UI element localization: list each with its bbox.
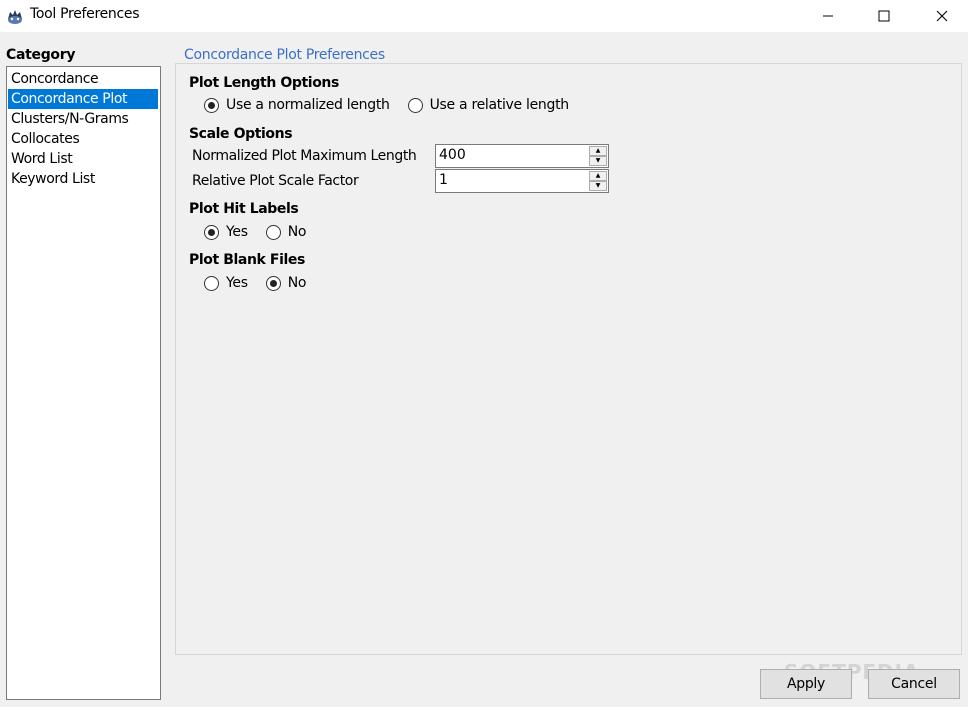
- normalized-length-spinner[interactable]: 400 ▲ ▼: [435, 144, 609, 168]
- plot-length-options: Use a normalized length Use a relative l…: [204, 97, 587, 113]
- triangle-up-icon: ▲: [595, 172, 601, 179]
- category-item-concordance[interactable]: Concordance: [8, 69, 158, 89]
- relative-scale-value[interactable]: 1: [439, 172, 448, 188]
- category-item-collocates[interactable]: Collocates: [8, 129, 158, 149]
- cancel-button[interactable]: Cancel: [868, 669, 960, 699]
- hit-labels-options: Yes No: [204, 224, 324, 240]
- radio-blank-files-yes[interactable]: [204, 275, 219, 291]
- radio-hit-labels-no[interactable]: [265, 224, 281, 240]
- spin-up-button[interactable]: ▲: [589, 171, 607, 181]
- radio-relative-length-label[interactable]: Use a relative length: [430, 97, 570, 113]
- category-item-clusters[interactable]: Clusters/N-Grams: [8, 109, 158, 129]
- spin-down-button[interactable]: ▼: [589, 156, 607, 166]
- title-bar: Tool Preferences: [0, 0, 968, 32]
- maximize-icon: [878, 10, 890, 22]
- apply-button[interactable]: Apply: [760, 669, 852, 699]
- spin-up-button[interactable]: ▲: [589, 146, 607, 156]
- close-button[interactable]: [914, 0, 968, 32]
- maximize-button[interactable]: [856, 0, 912, 32]
- normalized-length-label: Normalized Plot Maximum Length: [192, 148, 417, 164]
- triangle-down-icon: ▼: [595, 157, 601, 164]
- relative-scale-label: Relative Plot Scale Factor: [192, 173, 359, 189]
- app-icon: [8, 10, 22, 24]
- scale-options-heading: Scale Options: [189, 126, 293, 142]
- triangle-up-icon: ▲: [595, 147, 601, 154]
- blank-files-options: Yes No: [204, 275, 324, 291]
- radio-relative-length[interactable]: [407, 97, 423, 113]
- plot-length-heading: Plot Length Options: [189, 75, 339, 91]
- radio-normalized-length[interactable]: [204, 97, 219, 113]
- panel-legend: Concordance Plot Preferences: [180, 47, 389, 63]
- minimize-button[interactable]: [800, 0, 856, 32]
- window-title: Tool Preferences: [30, 6, 140, 22]
- category-label: Category: [6, 47, 76, 63]
- relative-scale-spinner[interactable]: 1 ▲ ▼: [435, 169, 609, 193]
- category-list[interactable]: Concordance Concordance Plot Clusters/N-…: [6, 66, 161, 700]
- normalized-length-value[interactable]: 400: [439, 147, 466, 163]
- category-item-keyword-list[interactable]: Keyword List: [8, 169, 158, 189]
- radio-blank-files-no[interactable]: [265, 275, 281, 291]
- triangle-down-icon: ▼: [595, 182, 601, 189]
- minimize-icon: [823, 15, 833, 17]
- radio-hit-labels-no-label[interactable]: No: [288, 224, 307, 240]
- radio-hit-labels-yes-label[interactable]: Yes: [226, 224, 248, 240]
- spin-down-button[interactable]: ▼: [589, 181, 607, 191]
- category-item-concordance-plot[interactable]: Concordance Plot: [8, 89, 158, 109]
- blank-files-heading: Plot Blank Files: [189, 252, 305, 268]
- radio-blank-files-no-label[interactable]: No: [288, 275, 307, 291]
- close-icon: [936, 10, 948, 22]
- category-item-word-list[interactable]: Word List: [8, 149, 158, 169]
- radio-blank-files-yes-label[interactable]: Yes: [226, 275, 248, 291]
- hit-labels-heading: Plot Hit Labels: [189, 201, 299, 217]
- radio-normalized-length-label[interactable]: Use a normalized length: [226, 97, 390, 113]
- radio-hit-labels-yes[interactable]: [204, 224, 219, 240]
